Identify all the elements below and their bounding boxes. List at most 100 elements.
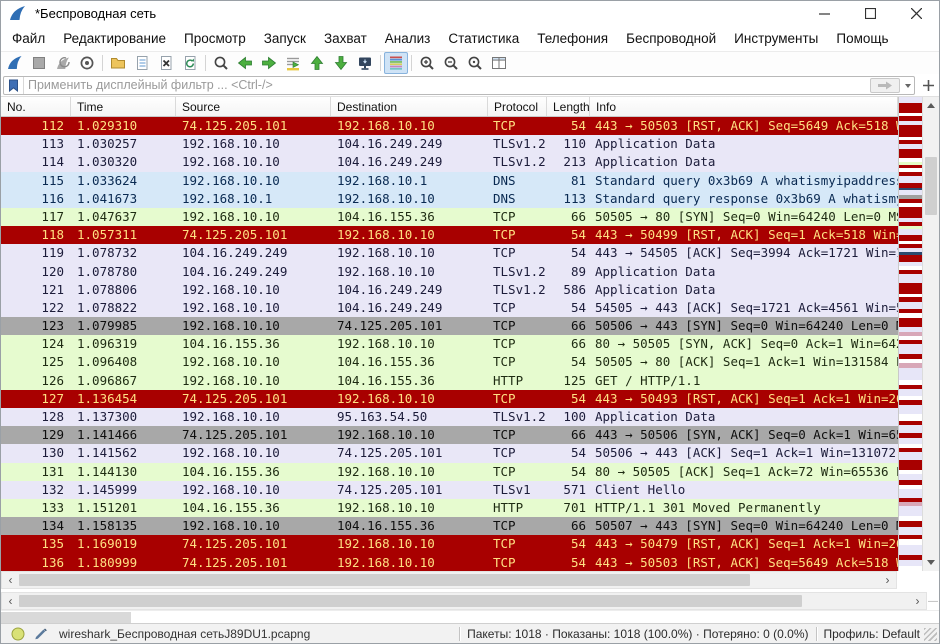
packet-row-123[interactable]: 1231.079985192.168.10.1074.125.205.101TC…	[1, 317, 898, 335]
packet-row-116[interactable]: 1161.041673192.168.10.1192.168.10.10DNS1…	[1, 190, 898, 208]
cell-src: 192.168.10.10	[176, 481, 331, 499]
start-capture-icon[interactable]	[3, 52, 27, 74]
column-header-len[interactable]: Length	[547, 97, 590, 116]
profile-label[interactable]: Профиль: Default	[824, 627, 921, 641]
packet-row-133[interactable]: 1331.151201104.16.155.36192.168.10.10HTT…	[1, 499, 898, 517]
menu-item-3[interactable]: Просмотр	[175, 27, 255, 50]
menu-item-7[interactable]: Статистика	[439, 27, 528, 50]
menu-item-9[interactable]: Беспроводной	[617, 27, 725, 50]
resize-columns-icon[interactable]	[487, 52, 511, 74]
go-last-icon[interactable]	[329, 52, 353, 74]
packet-row-118[interactable]: 1181.05731174.125.205.101192.168.10.10TC…	[1, 226, 898, 244]
packet-row-129[interactable]: 1291.14146674.125.205.101192.168.10.10TC…	[1, 426, 898, 444]
packet-row-130[interactable]: 1301.141562192.168.10.1074.125.205.101TC…	[1, 444, 898, 462]
scroll-right-arrow-icon[interactable]: ›	[879, 572, 896, 588]
maximize-button[interactable]	[847, 1, 893, 25]
menu-item-5[interactable]: Захват	[315, 27, 376, 50]
packet-row-136[interactable]: 1361.18099974.125.205.101192.168.10.10TC…	[1, 554, 898, 572]
apply-filter-button[interactable]	[870, 78, 900, 93]
packet-row-128[interactable]: 1281.137300192.168.10.1095.163.54.50TLSv…	[1, 408, 898, 426]
menu-item-2[interactable]: Редактирование	[54, 27, 175, 50]
packet-row-124[interactable]: 1241.096319104.16.155.36192.168.10.10TCP…	[1, 335, 898, 353]
menu-item-4[interactable]: Запуск	[255, 27, 315, 50]
packet-row-113[interactable]: 1131.030257192.168.10.10104.16.249.249TL…	[1, 135, 898, 153]
column-header-src[interactable]: Source	[176, 97, 331, 116]
menu-item-1[interactable]: Файл	[3, 27, 54, 50]
packet-row-132[interactable]: 1321.145999192.168.10.1074.125.205.101TL…	[1, 481, 898, 499]
column-header-pro[interactable]: Protocol	[488, 97, 547, 116]
capture-options-icon[interactable]	[75, 52, 99, 74]
packet-row-121[interactable]: 1211.078806192.168.10.10104.16.249.249TL…	[1, 281, 898, 299]
column-header-time[interactable]: Time	[71, 97, 176, 116]
menu-item-8[interactable]: Телефония	[528, 27, 617, 50]
filter-history-dropdown[interactable]	[902, 77, 914, 94]
close-button[interactable]	[893, 1, 939, 25]
go-back-icon[interactable]	[233, 52, 257, 74]
packet-row-135[interactable]: 1351.16901974.125.205.101192.168.10.10TC…	[1, 535, 898, 553]
packet-row-114[interactable]: 1141.030320192.168.10.10104.16.249.249TL…	[1, 153, 898, 171]
vertical-scrollbar-thumb[interactable]	[925, 157, 937, 215]
packet-row-134[interactable]: 1341.158135192.168.10.10104.16.155.36TCP…	[1, 517, 898, 535]
cell-info: Application Data	[590, 153, 898, 171]
packet-row-122[interactable]: 1221.078822192.168.10.10104.16.249.249TC…	[1, 299, 898, 317]
cell-len: 54	[547, 535, 590, 553]
scroll-left-arrow-icon-2[interactable]: ‹	[2, 593, 19, 609]
minimap-band	[899, 489, 922, 498]
vertical-scrollbar[interactable]	[922, 97, 939, 571]
auto-scroll-icon[interactable]	[353, 52, 377, 74]
filter-bookmark-icon[interactable]	[4, 77, 24, 94]
hscroll-track-2[interactable]	[19, 593, 909, 609]
restart-capture-icon[interactable]	[51, 52, 75, 74]
zoom-reset-icon[interactable]	[463, 52, 487, 74]
open-file-icon[interactable]	[106, 52, 130, 74]
resize-grip[interactable]	[924, 628, 937, 641]
stop-capture-icon[interactable]	[27, 52, 51, 74]
colorize-icon[interactable]	[384, 52, 408, 74]
cell-len: 125	[547, 372, 590, 390]
go-first-icon[interactable]	[305, 52, 329, 74]
close-file-icon[interactable]	[154, 52, 178, 74]
save-file-icon[interactable]	[130, 52, 154, 74]
add-filter-button[interactable]	[919, 76, 937, 94]
column-header-info[interactable]: Info	[590, 97, 898, 116]
packet-row-126[interactable]: 1261.096867192.168.10.10104.16.155.36HTT…	[1, 372, 898, 390]
pane-splitter-grip[interactable]: —	[927, 592, 939, 610]
go-forward-icon[interactable]	[257, 52, 281, 74]
display-filter-input[interactable]	[24, 78, 870, 93]
zoom-out-icon[interactable]	[439, 52, 463, 74]
expert-info-icon[interactable]	[9, 626, 27, 642]
horizontal-scrollbar-lower[interactable]: ‹ ›	[1, 592, 927, 610]
horizontal-scrollbar-list[interactable]: ‹ ›	[1, 571, 897, 589]
column-header-no[interactable]: No.	[1, 97, 71, 116]
cell-len: 54	[547, 390, 590, 408]
hscroll-thumb-1[interactable]	[19, 574, 750, 586]
packet-row-127[interactable]: 1271.13645474.125.205.101192.168.10.10TC…	[1, 390, 898, 408]
find-packet-icon[interactable]	[209, 52, 233, 74]
cell-no: 136	[1, 554, 71, 572]
minimize-button[interactable]	[801, 1, 847, 25]
menu-item-11[interactable]: Помощь	[827, 27, 897, 50]
capture-comment-pencil-icon[interactable]	[31, 626, 49, 642]
packet-row-125[interactable]: 1251.096408192.168.10.10104.16.155.36TCP…	[1, 353, 898, 371]
packet-row-115[interactable]: 1151.033624192.168.10.10192.168.10.1DNS8…	[1, 172, 898, 190]
scroll-down-arrow-icon[interactable]	[927, 560, 935, 565]
packet-row-131[interactable]: 1311.144130104.16.155.36192.168.10.10TCP…	[1, 463, 898, 481]
go-to-packet-icon[interactable]	[281, 52, 305, 74]
zoom-in-icon[interactable]	[415, 52, 439, 74]
scroll-left-arrow-icon[interactable]: ‹	[2, 572, 19, 588]
column-header-dst[interactable]: Destination	[331, 97, 488, 116]
packet-row-117[interactable]: 1171.047637192.168.10.10104.16.155.36TCP…	[1, 208, 898, 226]
cell-src: 192.168.10.10	[176, 153, 331, 171]
menu-item-10[interactable]: Инструменты	[725, 27, 827, 50]
packet-row-120[interactable]: 1201.078780104.16.249.249192.168.10.10TL…	[1, 263, 898, 281]
packet-row-119[interactable]: 1191.078732104.16.249.249192.168.10.10TC…	[1, 244, 898, 262]
scroll-right-arrow-icon-2[interactable]: ›	[909, 593, 926, 609]
cell-dst: 104.16.155.36	[331, 517, 488, 535]
reload-file-icon[interactable]	[178, 52, 202, 74]
packet-row-112[interactable]: 1121.02931074.125.205.101192.168.10.10TC…	[1, 117, 898, 135]
intelligent-scrollbar-minimap[interactable]	[898, 97, 922, 571]
hscroll-track-1[interactable]	[19, 572, 879, 588]
menu-item-6[interactable]: Анализ	[376, 27, 440, 50]
hscroll-thumb-2[interactable]	[19, 595, 802, 607]
scroll-up-arrow-icon[interactable]	[927, 103, 935, 108]
